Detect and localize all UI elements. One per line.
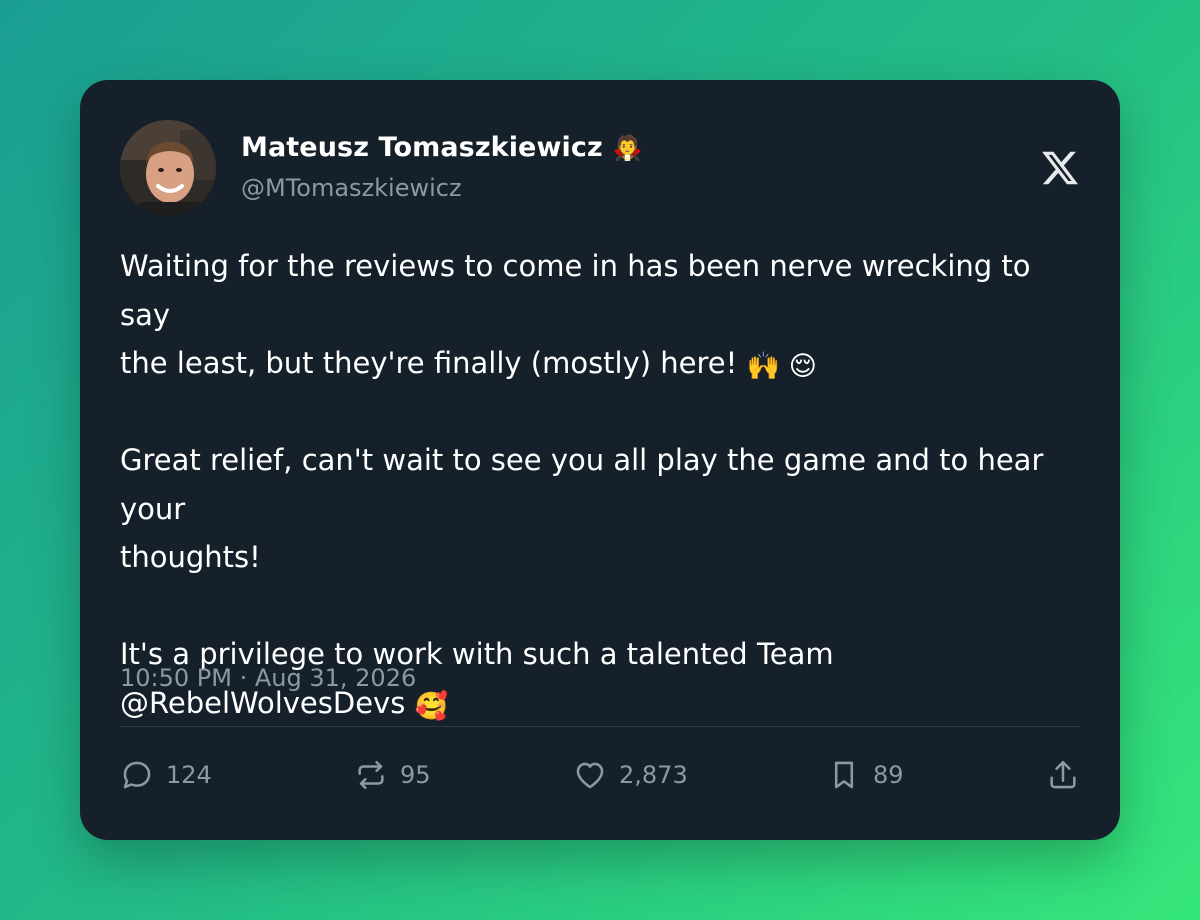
tweet-line: Great relief, can't wait to see you all …: [120, 443, 1044, 526]
bookmark-button[interactable]: 89: [827, 752, 904, 798]
tweet-emojis: 🙌 😌: [746, 351, 817, 382]
tweet-line: the least, but they're finally (mostly) …: [120, 339, 1085, 388]
tweet-line-text: the least, but they're finally (mostly) …: [120, 346, 738, 380]
like-icon: [576, 762, 604, 789]
tweet-card: Mateusz Tomaszkiewicz 🧛 @MTomaszkiewicz …: [80, 80, 1120, 840]
reply-count: 124: [166, 761, 212, 789]
tweet-emoji: 🥰: [414, 690, 449, 722]
vampire-emoji: 🧛: [612, 133, 643, 162]
author-handle[interactable]: @MTomaszkiewicz: [241, 174, 462, 202]
tweet-line: thoughts!: [120, 540, 261, 574]
like-button[interactable]: 2,873: [573, 752, 688, 798]
tweet-line: Waiting for the reviews to come in has b…: [120, 249, 1031, 332]
tweet-text: Waiting for the reviews to come in has b…: [120, 242, 1085, 727]
x-logo-icon[interactable]: [1040, 148, 1080, 188]
avatar[interactable]: [120, 120, 216, 216]
share-icon: [1050, 760, 1076, 789]
bookmark-icon: [834, 761, 854, 789]
share-button[interactable]: [1046, 752, 1080, 798]
author-name-row[interactable]: Mateusz Tomaszkiewicz 🧛: [241, 132, 643, 163]
tweet-timestamp[interactable]: 10:50 PM · Aug 31, 2026: [120, 664, 416, 692]
avatar-image: [120, 120, 216, 216]
retweet-count: 95: [400, 761, 431, 789]
like-count: 2,873: [619, 761, 688, 789]
reply-button[interactable]: 124: [120, 752, 212, 798]
retweet-button[interactable]: 95: [354, 752, 431, 798]
retweet-icon: [358, 760, 384, 790]
reply-icon: [123, 761, 151, 789]
bookmark-count: 89: [873, 761, 904, 789]
divider: [120, 726, 1080, 727]
tweet-actions: 124 95 2,873 89: [120, 752, 1080, 798]
author-name[interactable]: Mateusz Tomaszkiewicz: [241, 132, 603, 163]
